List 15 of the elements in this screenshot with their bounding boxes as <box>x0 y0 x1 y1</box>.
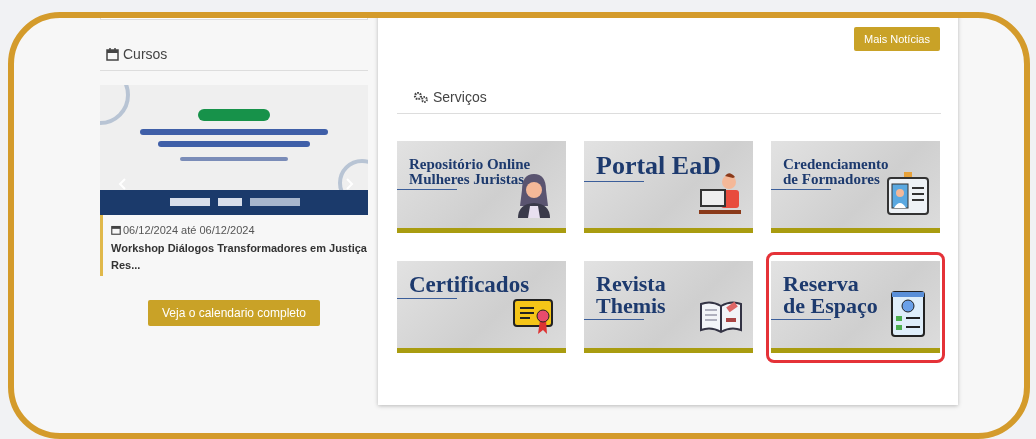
service-tile[interactable]: Reserva de Espaço <box>766 252 945 363</box>
tile-title: Portal EaD <box>596 153 721 179</box>
section-heading: Cursos <box>123 46 168 62</box>
tile-title: Revista Themis <box>596 273 666 317</box>
gears-icon <box>413 91 429 103</box>
tile-title: Certificados <box>409 273 530 296</box>
calendar-icon <box>106 47 119 61</box>
tile-title: Repositório Online Mulheres Juristas <box>409 157 531 187</box>
id-badge-icon <box>886 170 930 218</box>
calendar-icon <box>111 225 121 235</box>
tile-title: Credenciamento de Formadores <box>783 157 889 187</box>
event-title[interactable]: Workshop Diálogos Transformadores em Justiça Res... <box>111 240 368 274</box>
section-heading: Serviços <box>433 89 487 105</box>
tile-title: Reserva de Espaço <box>783 273 878 317</box>
event-dates: 06/12/2024 até 06/12/2024 <box>123 224 255 236</box>
